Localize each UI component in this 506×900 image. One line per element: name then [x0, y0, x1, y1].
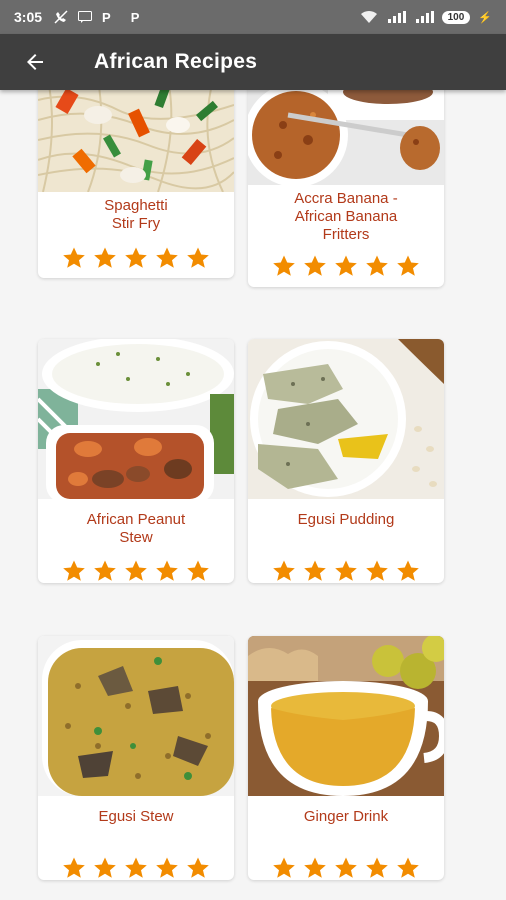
star-icon: [304, 255, 326, 276]
star-icon: [156, 857, 178, 878]
recipe-title: Ginger Drink: [303, 808, 389, 825]
star-icon: [94, 560, 116, 581]
star-icon: [156, 560, 178, 581]
star-icon: [397, 857, 419, 878]
star-icon: [273, 857, 295, 878]
recipe-image: [38, 90, 234, 192]
star-icon: [366, 857, 388, 878]
arrow-back-icon: [27, 54, 43, 70]
recipe-title: African Peanut Stew: [86, 511, 186, 546]
star-icon: [366, 560, 388, 581]
recipe-card[interactable]: Accra Banana - African Banana Fritters: [248, 90, 444, 287]
recipe-card[interactable]: Ginger Drink: [248, 636, 444, 880]
recipe-image: [248, 339, 444, 499]
star-icon: [125, 857, 147, 878]
recipe-card[interactable]: Egusi Pudding: [248, 339, 444, 583]
status-time: 3:05: [14, 9, 43, 25]
star-icon: [125, 247, 147, 268]
star-icon: [187, 857, 209, 878]
message-icon: [78, 11, 93, 23]
recipe-card[interactable]: Egusi Stew: [38, 636, 234, 880]
back-button[interactable]: [0, 34, 70, 90]
recipe-image: [38, 339, 234, 499]
star-icon: [335, 857, 357, 878]
star-icon: [335, 560, 357, 581]
recipe-image: [248, 90, 444, 185]
star-icon: [156, 247, 178, 268]
charging-icon: ⚡: [478, 11, 492, 24]
recipe-image: [38, 636, 234, 796]
system-icons: 100 ⚡: [360, 10, 492, 24]
recipe-grid: Spaghetti Stir Fry Accra Banana - Africa…: [0, 90, 506, 900]
battery-level: 100: [441, 10, 471, 24]
recipe-card[interactable]: African Peanut Stew: [38, 339, 234, 583]
signal-icon: [387, 11, 406, 23]
recipe-rating: [248, 856, 444, 880]
star-icon: [273, 560, 295, 581]
star-icon: [304, 857, 326, 878]
star-icon: [397, 255, 419, 276]
no-call-icon: [54, 10, 68, 24]
parking-icon: P: [102, 9, 111, 25]
star-icon: [63, 857, 85, 878]
star-icon: [335, 255, 357, 276]
recipe-rating: [38, 246, 234, 270]
recipe-title: Accra Banana - African Banana Fritters: [294, 190, 398, 243]
star-icon: [187, 247, 209, 268]
wifi-icon: [360, 10, 377, 23]
status-bar: 3:05 P P 100 ⚡: [0, 0, 506, 34]
star-icon: [187, 560, 209, 581]
recipe-rating: [248, 559, 444, 583]
star-icon: [94, 857, 116, 878]
recipe-image: [248, 636, 444, 796]
parking-icon-2: P: [130, 9, 140, 25]
star-icon: [125, 560, 147, 581]
star-icon: [304, 560, 326, 581]
star-icon: [397, 560, 419, 581]
app-bar: African Recipes: [0, 34, 506, 90]
recipe-rating: [248, 254, 444, 278]
recipe-card[interactable]: Spaghetti Stir Fry: [38, 90, 234, 278]
recipe-rating: [38, 856, 234, 880]
recipe-title: Spaghetti Stir Fry: [104, 197, 168, 232]
recipe-title: Egusi Stew: [98, 808, 174, 825]
recipe-title: Egusi Pudding: [297, 511, 395, 528]
star-icon: [63, 247, 85, 268]
page-title: African Recipes: [94, 50, 258, 73]
signal-icon-2: [415, 11, 434, 23]
recipe-rating: [38, 559, 234, 583]
star-icon: [273, 255, 295, 276]
star-icon: [63, 560, 85, 581]
star-icon: [94, 247, 116, 268]
notification-icons: P P: [54, 10, 139, 25]
star-icon: [366, 255, 388, 276]
